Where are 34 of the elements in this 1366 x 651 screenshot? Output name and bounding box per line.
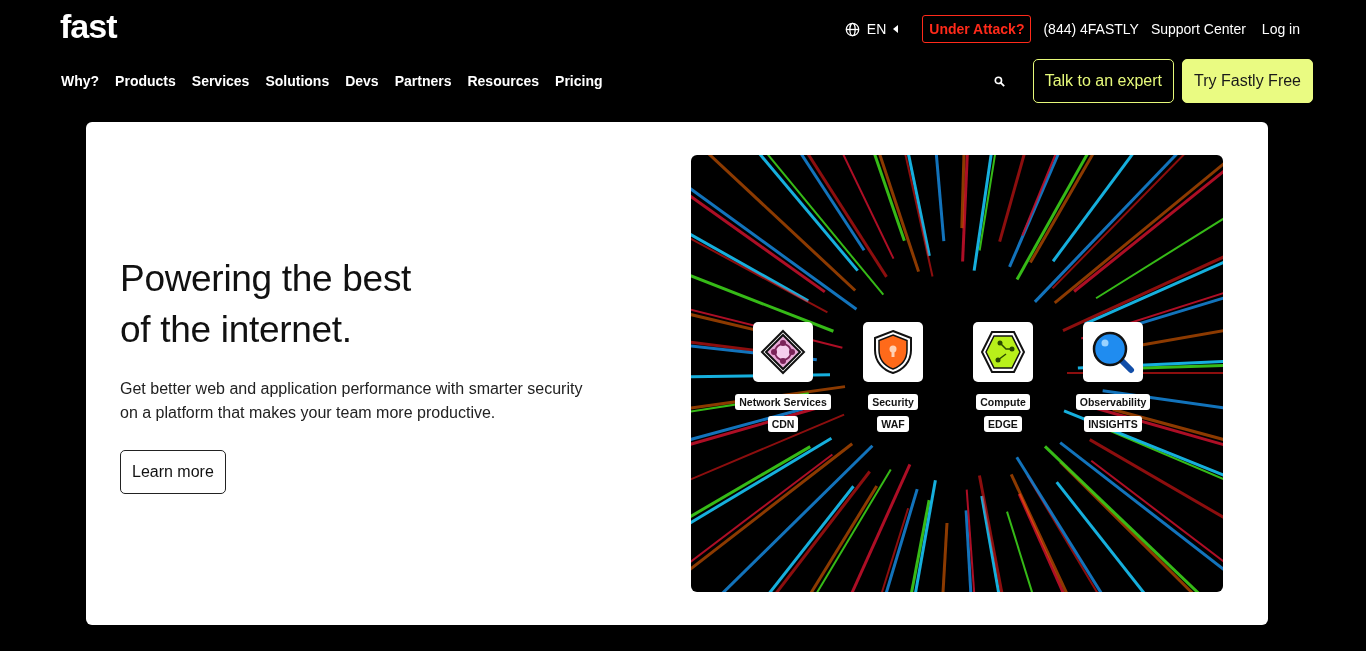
try-free-button[interactable]: Try Fastly Free [1182,59,1313,103]
under-attack-button[interactable]: Under Attack? [922,15,1032,43]
learn-more-button[interactable]: Learn more [120,450,226,494]
nav-item[interactable]: Products [115,73,176,89]
service-tag: EDGE [984,416,1022,432]
service-label: Security [868,394,918,410]
search-icon[interactable] [993,75,1005,87]
language-selector[interactable]: EN [866,21,887,37]
nav-item[interactable]: Resources [467,73,540,89]
talk-to-expert-button[interactable]: Talk to an expert [1032,59,1175,103]
nav-item[interactable]: Pricing [555,73,603,89]
globe-icon[interactable] [844,21,860,37]
nav-item[interactable]: Services [191,73,250,89]
hexagon-circuit-icon [980,330,1026,374]
shield-lock-icon [873,329,913,375]
network-diamond-icon [760,329,806,375]
hero-description: Get better web and application performance with smarter security on a platform that makes your team more productive. [120,379,584,423]
header-link[interactable]: Log in [1261,21,1300,37]
hero-heading: Powering the best of the internet. [120,257,413,352]
nav-item[interactable]: Devs [345,73,379,89]
service-tag: CDN [767,416,799,432]
service-label: Network Services [735,394,831,410]
nav-item[interactable]: Partners [394,73,452,89]
nav-item[interactable]: Why? [61,73,100,89]
service-tag: WAF [877,416,909,432]
header-link[interactable]: Support Center [1150,21,1246,37]
service-tag: INSIGHTS [1084,416,1142,432]
nav-item[interactable]: Solutions [265,73,330,89]
service-label: Compute [976,394,1030,410]
caret-icon[interactable] [893,25,899,33]
phone-link[interactable]: (844) 4FASTLY [1043,21,1139,37]
service-label: Observability [1075,394,1151,410]
logo[interactable]: fast [60,6,117,46]
magnifier-icon [1091,330,1135,374]
